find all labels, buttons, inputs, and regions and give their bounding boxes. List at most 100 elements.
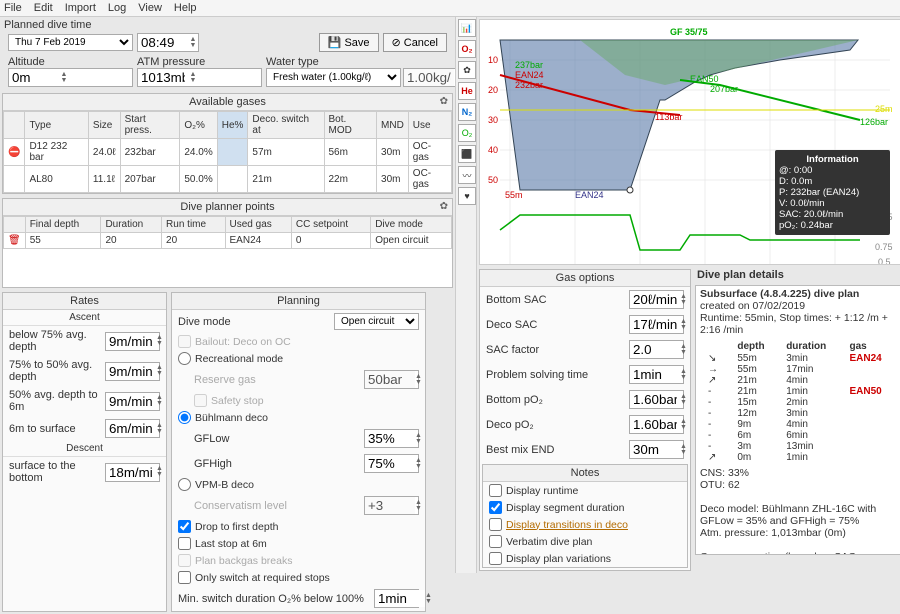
note2-check[interactable] xyxy=(489,501,502,514)
bestmix-input[interactable]: ▲▼ xyxy=(629,440,684,459)
rate-label: 6m to surface xyxy=(9,423,76,435)
decosac-input[interactable]: ▲▼ xyxy=(629,315,684,334)
buhlmann-radio[interactable] xyxy=(178,411,191,424)
botpo2-input[interactable]: ▲▼ xyxy=(629,390,684,409)
gfhigh-input[interactable]: ▲▼ xyxy=(364,454,419,473)
svg-text:10: 10 xyxy=(488,55,498,65)
notes-title: Notes xyxy=(483,465,687,482)
minswitch-label: Min. switch duration O₂% below 100% xyxy=(178,593,364,605)
divemode-label: Dive mode xyxy=(178,316,231,328)
note5-check[interactable] xyxy=(489,552,502,565)
svg-text:126bar: 126bar xyxy=(860,117,888,127)
svg-text:0.5: 0.5 xyxy=(878,257,891,265)
dive-points-table[interactable]: Final depthDurationRun timeUsed gasCC se… xyxy=(3,216,452,249)
tool-he-icon[interactable]: He xyxy=(458,82,476,100)
botsac-input[interactable]: ▲▼ xyxy=(629,290,684,309)
sacfac-input[interactable]: ▲▼ xyxy=(629,340,684,359)
svg-text:EAN24: EAN24 xyxy=(515,70,544,80)
bestmix-label: Best mix END xyxy=(486,444,554,456)
svg-text:20: 20 xyxy=(488,85,498,95)
svg-text:40: 40 xyxy=(488,145,498,155)
note1-check[interactable] xyxy=(489,484,502,497)
svg-text:EAN50: EAN50 xyxy=(690,74,719,84)
note3-check[interactable] xyxy=(489,518,502,531)
gear-icon[interactable]: ✿ xyxy=(440,201,448,212)
rate-label: 75% to 50% avg. depth xyxy=(9,359,105,383)
safety-check xyxy=(194,394,207,407)
rates-panel: Rates Ascent below 75% avg. depth▲▼ 75% … xyxy=(2,292,167,612)
water-label: Water type xyxy=(266,56,458,68)
tool-gear-icon[interactable]: ✿ xyxy=(458,61,476,79)
menu-view[interactable]: View xyxy=(138,2,162,14)
recreational-radio[interactable] xyxy=(178,352,191,365)
cancel-button[interactable]: ⊘ Cancel xyxy=(383,33,447,52)
gfhigh-label: GFHigh xyxy=(178,458,232,470)
dive-profile-chart[interactable]: 1020304050 51525354555 GF 35/75 237bar E… xyxy=(479,19,900,265)
menu-edit[interactable]: Edit xyxy=(34,2,53,14)
drop-check[interactable] xyxy=(178,520,191,533)
menu-import[interactable]: Import xyxy=(65,2,96,14)
botsac-label: Bottom SAC xyxy=(486,294,547,306)
tool-profile-icon[interactable]: 📊 xyxy=(458,19,476,37)
vpmb-radio[interactable] xyxy=(178,478,191,491)
time-input[interactable]: ▲▼ xyxy=(137,33,199,52)
svg-text:EAN24: EAN24 xyxy=(575,190,604,200)
svg-text:207bar: 207bar xyxy=(710,84,738,94)
planning-panel: Planning Dive modeOpen circuit Bailout: … xyxy=(171,292,426,612)
planning-title: Planning xyxy=(172,293,425,310)
divemode-select[interactable]: Open circuit xyxy=(334,313,419,330)
rate-label: surface to the bottom xyxy=(9,460,105,484)
tool-n2-icon[interactable]: N₂ xyxy=(458,103,476,121)
tool-line-icon[interactable]: 〰 xyxy=(458,166,476,184)
decosac-label: Deco SAC xyxy=(486,319,537,331)
save-button[interactable]: 💾 Save xyxy=(319,33,379,52)
sacfac-label: SAC factor xyxy=(486,344,539,356)
note4-check[interactable] xyxy=(489,535,502,548)
density-input: ▲▼ xyxy=(403,68,458,87)
tool-bar-icon[interactable]: ⬛ xyxy=(458,145,476,163)
table-row[interactable]: ⛔D12 232 bar24.0ℓ232bar24.0%57m56m30mOC-… xyxy=(4,139,452,166)
rate-label: below 75% avg. depth xyxy=(9,329,105,353)
svg-text:237bar: 237bar xyxy=(515,60,543,70)
gases-table[interactable]: TypeSizeStart press.O₂%He%Deco. switch a… xyxy=(3,111,452,193)
tool-o2-green-icon[interactable]: O₂ xyxy=(458,124,476,142)
svg-text:GF 35/75: GF 35/75 xyxy=(670,27,708,37)
tool-po2-icon[interactable]: O₂ xyxy=(458,40,476,58)
rate-input[interactable]: ▲▼ xyxy=(105,362,160,381)
rates-title: Rates xyxy=(3,293,166,310)
probtime-input[interactable]: ▲▼ xyxy=(629,365,684,384)
available-gases-panel: Available gases✿ TypeSizeStart press.O₂%… xyxy=(2,93,453,194)
svg-text:55m: 55m xyxy=(505,190,523,200)
date-select[interactable]: Thu 7 Feb 2019 xyxy=(8,34,133,51)
atm-label: ATM pressure xyxy=(137,56,262,68)
rate-label: 50% avg. depth to 6m xyxy=(9,389,105,413)
table-row[interactable]: AL8011.1ℓ207bar50.0%21m22m30mOC-gas xyxy=(4,166,452,193)
botpo2-label: Bottom pO₂ xyxy=(486,394,543,406)
rate-input[interactable]: ▲▼ xyxy=(105,332,160,351)
details-panel[interactable]: Subsurface (4.8.4.225) dive plan created… xyxy=(695,285,900,555)
menu-help[interactable]: Help xyxy=(174,2,197,14)
minswitch-input[interactable]: ▲▼ xyxy=(374,589,419,608)
rate-input[interactable]: ▲▼ xyxy=(105,419,160,438)
decopo2-label: Deco pO₂ xyxy=(486,419,534,431)
gear-icon[interactable]: ✿ xyxy=(440,96,448,107)
last6-check[interactable] xyxy=(178,537,191,550)
details-title: Dive plan details xyxy=(693,267,900,283)
tool-hr-icon[interactable]: ♥ xyxy=(458,187,476,205)
rate-input[interactable]: ▲▼ xyxy=(105,392,160,411)
menu-file[interactable]: File xyxy=(4,2,22,14)
water-select[interactable]: Fresh water (1.00kg/ℓ) xyxy=(266,68,401,87)
altitude-label: Altitude xyxy=(8,56,133,68)
gflow-input[interactable]: ▲▼ xyxy=(364,429,419,448)
atm-input[interactable]: ▲▼ xyxy=(137,68,262,87)
decopo2-input[interactable]: ▲▼ xyxy=(629,415,684,434)
menu-log[interactable]: Log xyxy=(108,2,126,14)
svg-text:50: 50 xyxy=(488,175,498,185)
table-row[interactable]: 🗑552020EAN240Open circuit xyxy=(4,233,452,249)
probtime-label: Problem solving time xyxy=(486,369,588,381)
menubar: File Edit Import Log View Help xyxy=(0,0,900,17)
altitude-input[interactable]: ▲▼ xyxy=(8,68,133,87)
dive-points-panel: Dive planner points✿ Final depthDuration… xyxy=(2,198,453,288)
svg-text:232bar: 232bar xyxy=(515,80,543,90)
rate-input[interactable]: ▲▼ xyxy=(105,463,160,482)
